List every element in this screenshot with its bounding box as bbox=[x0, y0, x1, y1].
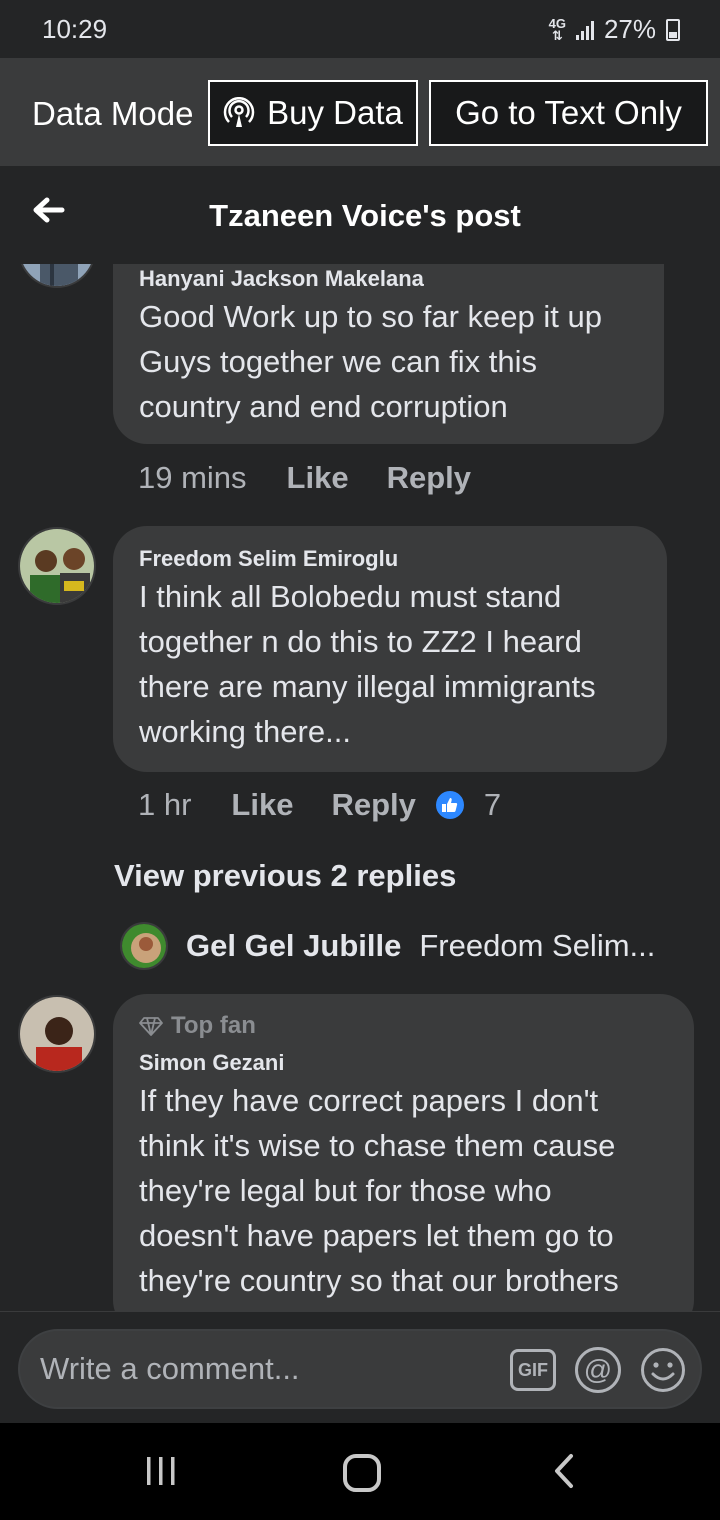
avatar-photo bbox=[20, 529, 94, 603]
battery-percent: 27% bbox=[603, 14, 656, 44]
comment-time: 1 hr bbox=[138, 787, 192, 822]
avatar[interactable] bbox=[18, 264, 96, 288]
comment-line: think it's wise to chase them cause bbox=[139, 1128, 616, 1163]
comment-line: working there... bbox=[139, 714, 351, 749]
recent-apps-icon[interactable] bbox=[143, 1453, 179, 1489]
comment-line: country and end corruption bbox=[139, 389, 508, 424]
comment-text: If they have correct papers I don't thin… bbox=[139, 1078, 668, 1303]
comment-input[interactable] bbox=[40, 1349, 480, 1389]
text-only-button[interactable]: Go to Text Only bbox=[429, 80, 708, 146]
thumbs-up-icon bbox=[441, 798, 458, 812]
comment-author[interactable]: Freedom Selim Emiroglu bbox=[139, 546, 641, 572]
avatar[interactable] bbox=[18, 995, 96, 1073]
avatar[interactable] bbox=[120, 922, 168, 970]
avatar[interactable] bbox=[18, 527, 96, 605]
buy-data-label: Buy Data bbox=[267, 94, 403, 131]
comment-text: I think all Bolobedu must stand together… bbox=[139, 574, 641, 754]
comment-line: doesn't have papers let them go to bbox=[139, 1218, 614, 1253]
battery-icon bbox=[666, 18, 680, 41]
buy-data-button[interactable]: Buy Data bbox=[208, 80, 418, 146]
home-icon[interactable] bbox=[342, 1453, 382, 1493]
signal-icon bbox=[575, 20, 594, 40]
avatar-photo bbox=[122, 924, 166, 968]
like-button[interactable]: Like bbox=[231, 787, 293, 823]
network-4g-icon: 4G ⇅ bbox=[549, 17, 566, 43]
page-title: Tzaneen Voice's post bbox=[209, 198, 521, 233]
data-arrows: ⇅ bbox=[551, 27, 563, 43]
comment-author[interactable]: Hanyani Jackson Makelana bbox=[139, 266, 638, 292]
comment-bubble[interactable]: Hanyani Jackson Makelana Good Work up to… bbox=[113, 264, 664, 444]
reaction-count[interactable]: 7 bbox=[484, 787, 501, 823]
comment-bubble[interactable]: Freedom Selim Emiroglu I think all Bolob… bbox=[113, 526, 667, 772]
comment-line: If they have correct papers I don't bbox=[139, 1083, 599, 1118]
like-reaction-icon[interactable] bbox=[433, 789, 466, 821]
status-bar: 10:29 4G ⇅ 27% bbox=[0, 0, 720, 58]
top-fan-label: Top fan bbox=[171, 1012, 256, 1039]
data-mode-label: Data Mode bbox=[32, 95, 194, 132]
broadcast-icon bbox=[223, 97, 255, 127]
diamond-icon bbox=[139, 1017, 163, 1036]
comment-line: Guys together we can fix this bbox=[139, 344, 538, 379]
reply-button[interactable]: Reply bbox=[331, 787, 415, 823]
comment-line: they're legal but for those who bbox=[139, 1173, 552, 1208]
mention-button[interactable]: @ bbox=[575, 1347, 621, 1393]
emoji-icon[interactable] bbox=[640, 1347, 686, 1393]
top-fan-badge: Top fan bbox=[139, 1012, 668, 1040]
status-time: 10:29 bbox=[42, 14, 108, 44]
comment-time: 19 mins bbox=[138, 460, 247, 495]
text-only-label: Go to Text Only bbox=[455, 94, 682, 131]
data-mode-bar: Data Mode Buy Data Go to Text Only bbox=[0, 58, 720, 166]
comment-actions: 1 hr Like Reply 7 bbox=[138, 787, 501, 823]
comment-actions: 19 mins Like Reply bbox=[138, 460, 471, 496]
comment-text: Good Work up to so far keep it up Guys t… bbox=[139, 294, 638, 429]
comment-bubble[interactable]: Top fan Simon Gezani If they have correc… bbox=[113, 994, 694, 1311]
back-icon[interactable] bbox=[552, 1453, 576, 1489]
comment-line: they're country so that our brothers bbox=[139, 1263, 619, 1298]
reply-button[interactable]: Reply bbox=[387, 460, 471, 496]
reply-author[interactable]: Gel Gel Jubille bbox=[186, 928, 401, 964]
avatar-photo bbox=[20, 264, 94, 286]
avatar-photo bbox=[20, 997, 94, 1071]
system-nav-bar bbox=[0, 1423, 720, 1520]
like-button[interactable]: Like bbox=[287, 460, 349, 496]
comment-line: there are many illegal immigrants bbox=[139, 669, 596, 704]
comment-line: together n do this to ZZ2 I heard bbox=[139, 624, 582, 659]
comment-line: Good Work up to so far keep it up bbox=[139, 299, 602, 334]
comments-list: Hanyani Jackson Makelana Good Work up to… bbox=[0, 264, 720, 1311]
reply-text: Freedom Selim... bbox=[419, 928, 656, 963]
comment-composer-area: GIF @ bbox=[0, 1311, 720, 1423]
comment-composer: GIF @ bbox=[18, 1329, 702, 1409]
reply-preview[interactable]: Gel Gel Jubille Freedom Selim... bbox=[120, 922, 655, 970]
post-header: Tzaneen Voice's post bbox=[0, 166, 720, 264]
comment-author[interactable]: Simon Gezani bbox=[139, 1050, 668, 1076]
gif-button[interactable]: GIF bbox=[510, 1349, 556, 1391]
comment-line: I think all Bolobedu must stand bbox=[139, 579, 562, 614]
status-icons: 4G ⇅ 27% bbox=[549, 14, 680, 45]
view-previous-replies[interactable]: View previous 2 replies bbox=[114, 858, 456, 894]
